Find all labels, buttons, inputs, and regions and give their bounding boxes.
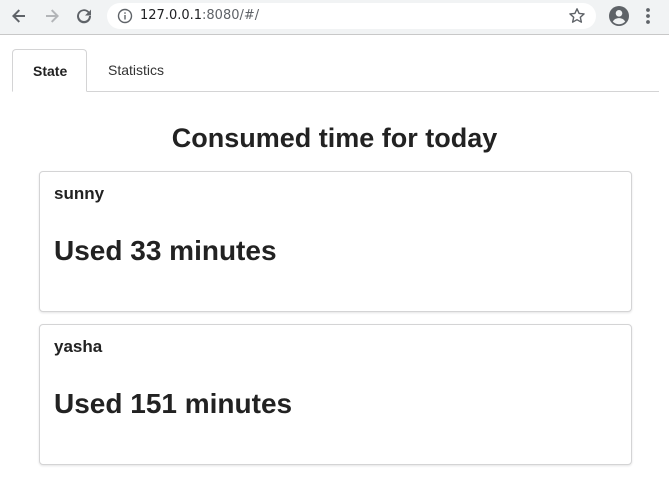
user-card: yasha Used 151 minutes: [39, 324, 632, 465]
account-icon[interactable]: [608, 5, 630, 27]
address-bar[interactable]: 127.0.0.1:8080/#/: [107, 3, 596, 29]
url-text[interactable]: 127.0.0.1:8080/#/: [140, 7, 259, 25]
tab-bar: State Statistics: [12, 49, 659, 92]
info-icon[interactable]: [117, 8, 133, 24]
page-title: Consumed time for today: [171, 123, 498, 153]
usage-value: Used 33 minutes: [54, 235, 277, 266]
back-arrow-icon[interactable]: [8, 5, 30, 27]
kebab-menu-icon[interactable]: [641, 5, 655, 27]
user-name: yasha: [54, 337, 103, 356]
url-path: :8080/#/: [202, 8, 260, 23]
forward-arrow-icon[interactable]: [41, 5, 63, 27]
tab-statistics[interactable]: Statistics: [88, 49, 184, 92]
browser-toolbar: 127.0.0.1:8080/#/: [0, 0, 669, 35]
reload-icon[interactable]: [73, 5, 95, 27]
user-name: sunny: [54, 184, 105, 203]
tab-state[interactable]: State: [12, 49, 87, 92]
star-icon[interactable]: [568, 7, 586, 25]
usage-value: Used 151 minutes: [54, 388, 293, 419]
url-host: 127.0.0.1: [140, 8, 203, 23]
user-card: sunny Used 33 minutes: [39, 171, 632, 312]
